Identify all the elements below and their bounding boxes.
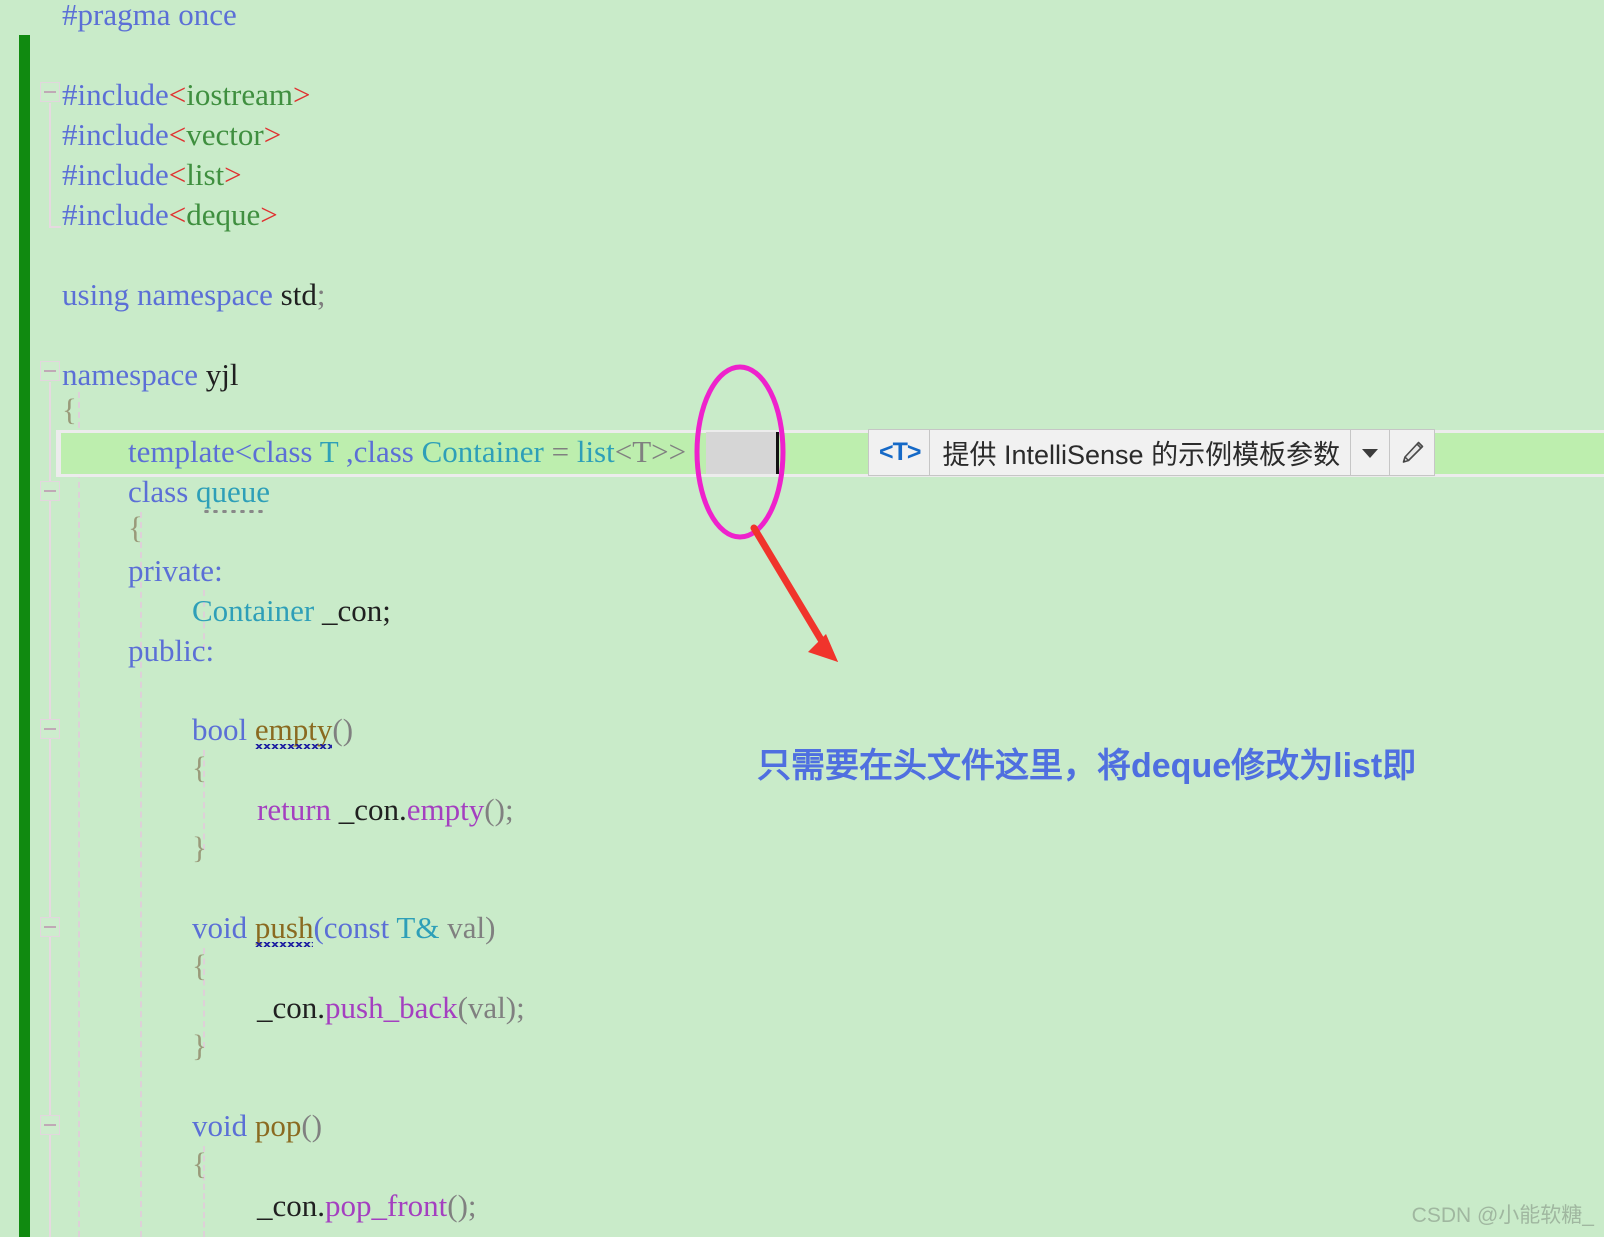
token-fn-push: push	[254, 910, 314, 945]
token-brace-close-push: }	[192, 1028, 207, 1063]
token-parens-pop: ()	[301, 1108, 323, 1143]
token-header-vector: vector	[186, 117, 264, 152]
token-header-list: list	[186, 157, 225, 192]
token-class-1: class	[252, 434, 313, 469]
token-angle-close-2: >	[263, 117, 282, 152]
token-brace-open-ns: {	[62, 392, 77, 427]
token-call-end-1: ();	[484, 792, 514, 827]
chevron-down-icon[interactable]	[1351, 430, 1391, 475]
token-header-iostream: iostream	[186, 77, 293, 112]
token-angle-open-2: <	[168, 117, 187, 152]
token-namespace-kw: namespace	[136, 277, 273, 312]
annotation-note: 只需要在头文件这里，将deque修改为list即	[757, 747, 1417, 785]
token-void-pop: void	[192, 1108, 248, 1143]
token-comma: ,	[338, 434, 354, 469]
template-parameter-tag: <T>	[869, 430, 931, 475]
token-brace-open-push: {	[192, 948, 207, 983]
token-val-param: val)	[439, 910, 496, 945]
token-con-member: _con;	[314, 593, 391, 628]
token-include-4: #include	[62, 197, 169, 232]
token-bool: bool	[192, 712, 248, 747]
token-equals: =	[543, 434, 577, 469]
token-template-arg-T: <T>>	[614, 434, 687, 469]
token-container-type: Container	[192, 593, 315, 628]
token-void-push: void	[192, 910, 248, 945]
code-area[interactable]: #pragma once #include<iostream> #include…	[0, 0, 1604, 1237]
token-con-dot-3: _con.	[257, 1188, 326, 1223]
selected-token-list-highlight	[706, 432, 778, 474]
token-con-dot-1: _con.	[331, 792, 407, 827]
token-angle-close-4: >	[260, 197, 278, 232]
token-angle-open-1: <	[168, 77, 187, 112]
token-template-param-T: T	[319, 434, 339, 469]
intellisense-template-parameter-tooltip[interactable]: <T> 提供 IntelliSense 的示例模板参数	[868, 429, 1436, 476]
token-val-arg: (val);	[457, 990, 525, 1025]
token-call-pop-front: pop_front	[325, 1188, 448, 1223]
token-fn-pop: pop	[254, 1108, 302, 1143]
code-editor-screenshot: #pragma once #include<iostream> #include…	[0, 0, 1604, 1237]
token-private: private:	[128, 553, 223, 588]
token-semicolon: ;	[316, 277, 326, 312]
token-std: std	[280, 277, 317, 312]
tooltip-message: 提供 IntelliSense 的示例模板参数	[930, 430, 1352, 475]
token-brace-open-pop: {	[192, 1146, 207, 1181]
token-include-2: #include	[62, 117, 169, 152]
token-using: using	[62, 277, 130, 312]
token-namespace-name: yjl	[205, 357, 239, 392]
text-caret	[776, 432, 779, 474]
token-push-sig: (const	[313, 910, 397, 945]
token-once: once	[178, 0, 237, 32]
token-call-end-3: ();	[447, 1188, 477, 1223]
token-public: public:	[128, 633, 215, 668]
token-header-deque: deque	[186, 197, 261, 232]
token-angle-open-3: <	[168, 157, 187, 192]
token-namespace-decl: namespace	[62, 357, 198, 392]
token-include-3: #include	[62, 157, 169, 192]
token-parens-empty: ()	[332, 712, 354, 747]
token-classname-queue: queue	[196, 474, 271, 509]
token-angle-open-4: <	[168, 197, 187, 232]
token-brace-open-empty: {	[192, 750, 207, 785]
token-template: template	[128, 434, 235, 469]
token-return: return	[257, 792, 332, 827]
token-call-empty: empty	[406, 792, 485, 827]
token-pragma: #pragma	[62, 0, 171, 32]
token-class-2: class	[353, 434, 414, 469]
token-call-push-back: push_back	[325, 990, 458, 1025]
token-angle-close-1: >	[292, 77, 311, 112]
token-include-1: #include	[62, 77, 169, 112]
token-con-dot-2: _con.	[257, 990, 326, 1025]
token-default-container-list: list	[576, 434, 615, 469]
token-class-3: class	[128, 474, 189, 509]
token-brace-close-empty: }	[192, 830, 207, 865]
token-fn-empty: empty	[254, 712, 333, 747]
token-brace-open-class: {	[128, 510, 143, 545]
token-T-ref: T&	[396, 910, 440, 945]
csdn-watermark: CSDN @小能软糖_	[1411, 1204, 1594, 1227]
pencil-icon[interactable]	[1390, 430, 1434, 475]
token-lt-template: <	[234, 434, 253, 469]
token-angle-close-3: >	[224, 157, 242, 192]
token-template-param-Container: Container	[421, 434, 544, 469]
